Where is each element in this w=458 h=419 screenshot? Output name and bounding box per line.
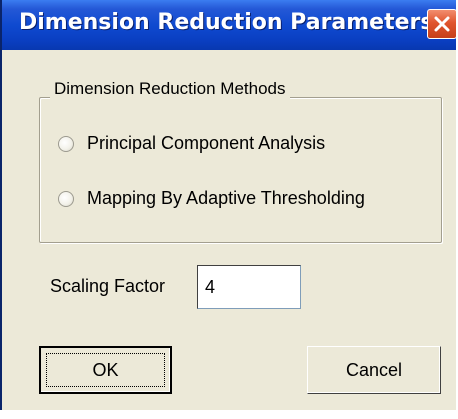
radio-button[interactable] bbox=[58, 190, 74, 207]
close-button[interactable] bbox=[427, 9, 457, 39]
title-bar[interactable]: Dimension Reduction Parameters bbox=[2, 0, 457, 50]
ok-button-label: OK bbox=[92, 359, 119, 380]
scaling-factor-label: Scaling Factor bbox=[50, 276, 166, 296]
radio-label: Principal Component Analysis bbox=[87, 133, 326, 153]
radio-option-adaptive-thresholding[interactable]: Mapping By Adaptive Thresholding bbox=[58, 188, 365, 209]
cancel-button[interactable]: Cancel bbox=[307, 346, 441, 394]
radio-button[interactable] bbox=[58, 135, 74, 152]
window-title: Dimension Reduction Parameters bbox=[19, 10, 434, 35]
dialog-window: Dimension Reduction Parameters Dimension… bbox=[0, 0, 457, 410]
radio-option-pca[interactable]: Principal Component Analysis bbox=[58, 133, 325, 154]
scaling-factor-input[interactable] bbox=[197, 265, 301, 309]
dimension-reduction-methods-group bbox=[39, 97, 442, 243]
close-icon bbox=[433, 15, 451, 33]
ok-button[interactable]: OK bbox=[39, 346, 172, 394]
cancel-button-label: Cancel bbox=[345, 359, 403, 380]
group-legend: Dimension Reduction Methods bbox=[50, 79, 290, 99]
radio-label: Mapping By Adaptive Thresholding bbox=[87, 188, 365, 208]
